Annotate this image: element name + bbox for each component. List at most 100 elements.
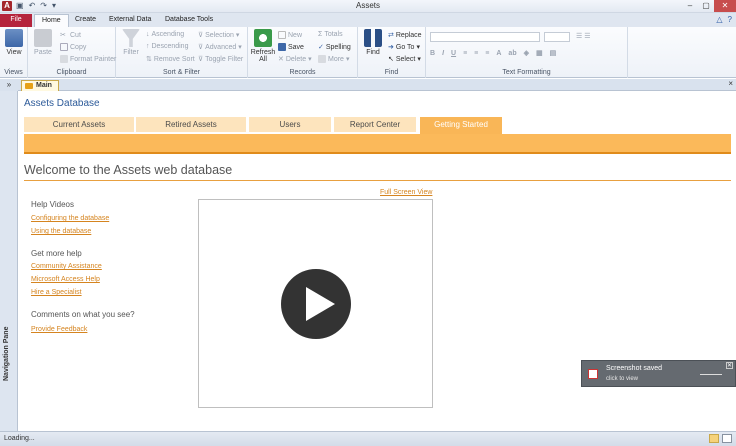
remove-sort-icon: ⇅: [146, 56, 152, 63]
close-window-button[interactable]: ✕: [714, 0, 736, 12]
video-player[interactable]: [198, 199, 433, 408]
find-group: Find ⇄ Replace ➜ Go To ▾ ↖ Select ▾ Find: [358, 27, 426, 78]
save-icon[interactable]: ▣: [16, 1, 24, 10]
delete-record-button[interactable]: ✕ Delete ▾: [278, 55, 312, 64]
customize-icon[interactable]: ▾: [52, 1, 56, 10]
layout-view-icon[interactable]: [722, 434, 732, 443]
document-tab-strip: » Main ×: [0, 79, 736, 91]
replace-icon: ⇄: [388, 32, 394, 39]
full-screen-view-link[interactable]: Full Screen View: [380, 189, 432, 196]
access-app-icon[interactable]: A: [2, 1, 12, 11]
ribbon: View Views Paste ✂ Cut Copy Format Painte…: [0, 27, 736, 78]
more-icon: [318, 55, 326, 63]
totals-icon: Σ: [318, 31, 323, 38]
tab-create[interactable]: Create: [68, 14, 103, 27]
binoculars-icon: [364, 29, 382, 47]
close-notification-icon[interactable]: ✕: [726, 362, 733, 369]
ribbon-tab-bar: File Home Create External Data Database …: [0, 13, 736, 27]
bold-icon[interactable]: B: [430, 50, 435, 57]
tab-main-form[interactable]: Main: [21, 80, 59, 91]
welcome-heading: Welcome to the Assets web database: [24, 163, 233, 177]
refresh-all-button[interactable]: Refresh All: [250, 29, 276, 63]
navigation-pane[interactable]: Navigation Pane: [0, 91, 18, 431]
toggle-filter-icon: ⊽: [198, 56, 204, 63]
database-title: Assets Database: [24, 98, 100, 109]
tab-home[interactable]: Home: [34, 14, 69, 27]
undo-icon[interactable]: ↶: [29, 1, 36, 10]
ascending-button[interactable]: ↓ Ascending: [146, 31, 184, 38]
align-right-icon[interactable]: ≡: [485, 50, 489, 57]
tab-external-data[interactable]: External Data: [102, 14, 158, 27]
screenshot-notification[interactable]: Screenshot saved click to view ✕: [581, 360, 736, 387]
format-painter-button[interactable]: Format Painter: [60, 55, 116, 63]
save-record-button[interactable]: Save: [278, 43, 304, 51]
advanced-button[interactable]: ⊽ Advanced ▾: [198, 43, 242, 52]
tab-content-header-bar: [24, 134, 731, 154]
form-view-icon[interactable]: [709, 434, 719, 443]
expand-nav-pane-button[interactable]: »: [0, 79, 18, 91]
help-icon[interactable]: ?: [728, 15, 732, 24]
paste-button[interactable]: Paste: [30, 29, 56, 56]
view-button[interactable]: View: [1, 29, 27, 56]
minimize-button[interactable]: –: [682, 0, 698, 12]
highlight-icon[interactable]: ab: [508, 50, 516, 57]
tab-current-assets[interactable]: Current Assets: [24, 117, 134, 132]
italic-icon[interactable]: I: [442, 50, 444, 57]
records-group: Refresh All New Save ✕ Delete ▾ Σ Totals ✓ S…: [248, 27, 358, 78]
gridlines-icon[interactable]: ▦: [536, 49, 543, 57]
descending-button[interactable]: ↑ Descending: [146, 43, 188, 50]
community-assistance-link[interactable]: Community Assistance: [31, 263, 102, 270]
find-button[interactable]: Find: [360, 29, 386, 56]
goto-button[interactable]: ➜ Go To ▾: [388, 43, 420, 52]
font-size-dropdown[interactable]: [544, 32, 570, 42]
view-switcher: [709, 434, 732, 443]
align-center-icon[interactable]: ≡: [474, 50, 478, 57]
form-navigation-tabs: Current Assets Retired Assets Users Repo…: [24, 117, 731, 134]
filter-button[interactable]: Filter: [118, 29, 144, 56]
spelling-button[interactable]: ✓ Spelling: [318, 43, 351, 52]
access-help-link[interactable]: Microsoft Access Help: [31, 276, 100, 283]
configuring-database-link[interactable]: Configuring the database: [31, 215, 109, 222]
provide-feedback-link[interactable]: Provide Feedback: [31, 326, 87, 333]
font-style-buttons: B I U ≡ ≡ ≡ A ab ◈ ▦ ▤: [430, 49, 557, 58]
minimize-ribbon-icon[interactable]: △: [716, 15, 722, 24]
advanced-filter-icon: ⊽: [198, 44, 204, 51]
maximize-button[interactable]: ▢: [698, 0, 714, 12]
tab-report-center[interactable]: Report Center: [334, 117, 416, 132]
cut-icon: ✂: [60, 32, 66, 39]
play-button[interactable]: [281, 269, 351, 339]
using-database-link[interactable]: Using the database: [31, 228, 91, 235]
replace-button[interactable]: ⇄ Replace: [388, 31, 422, 40]
list-buttons[interactable]: ☰ ☰: [576, 32, 591, 40]
remove-sort-button[interactable]: ⇅ Remove Sort: [146, 55, 195, 64]
cut-button[interactable]: ✂ Cut: [60, 31, 81, 40]
title-bar: A ▣ ↶ ↷ ▾ Assets – ▢ ✕: [0, 0, 736, 13]
close-document-button[interactable]: ×: [728, 79, 733, 88]
alternate-row-icon[interactable]: ▤: [550, 49, 557, 57]
select-button[interactable]: ↖ Select ▾: [388, 55, 421, 64]
new-record-button[interactable]: New: [278, 31, 302, 39]
totals-button[interactable]: Σ Totals: [318, 31, 343, 38]
tab-retired-assets[interactable]: Retired Assets: [136, 117, 246, 132]
fill-color-icon[interactable]: ◈: [524, 49, 529, 57]
redo-icon[interactable]: ↷: [40, 1, 47, 10]
view-icon: [5, 29, 23, 47]
more-button[interactable]: More ▾: [318, 55, 349, 63]
toggle-filter-button[interactable]: ⊽ Toggle Filter: [198, 55, 243, 64]
hire-specialist-link[interactable]: Hire a Specialist: [31, 289, 82, 296]
tab-users[interactable]: Users: [249, 117, 331, 132]
form-icon: [25, 83, 33, 89]
tab-file[interactable]: File: [0, 14, 32, 27]
selection-button[interactable]: ⊽ Selection ▾: [198, 31, 239, 40]
sort-ascending-icon: ↓: [146, 31, 150, 38]
clipboard-group: Paste ✂ Cut Copy Format Painter Clipboard: [28, 27, 116, 78]
underline-icon[interactable]: U: [451, 50, 456, 57]
tab-database-tools[interactable]: Database Tools: [158, 14, 220, 27]
screenshot-icon: [588, 369, 598, 379]
copy-button[interactable]: Copy: [60, 43, 86, 51]
font-color-icon[interactable]: A: [496, 50, 501, 57]
font-name-dropdown[interactable]: [430, 32, 540, 42]
tab-getting-started[interactable]: Getting Started: [420, 117, 502, 134]
align-left-icon[interactable]: ≡: [463, 50, 467, 57]
copy-icon: [60, 43, 68, 51]
